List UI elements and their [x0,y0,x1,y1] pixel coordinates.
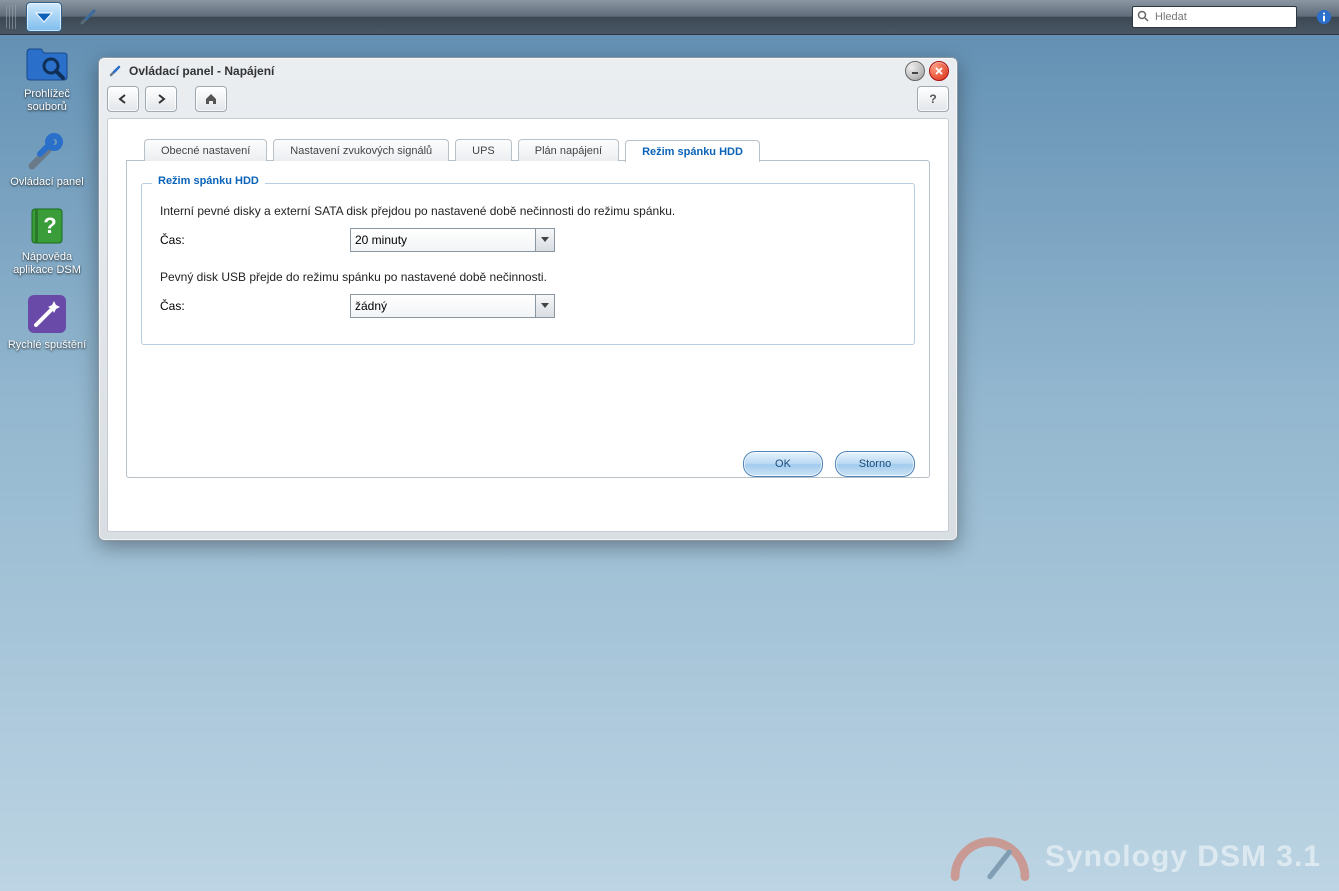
forward-button[interactable] [145,86,177,112]
search-input[interactable] [1153,10,1299,24]
usb-description: Pevný disk USB přejde do režimu spánku p… [160,270,896,284]
desktop-icon-control-panel[interactable]: Ovládací panel [6,128,88,189]
control-panel-window: Ovládací panel - Napájení ? Obecné nasta… [98,57,958,541]
tab-hdd-hibernation[interactable]: Režim spánku HDD [625,140,760,162]
close-button[interactable] [929,61,949,81]
window-title: Ovládací panel - Napájení [129,64,274,78]
tab-beep[interactable]: Nastavení zvukových signálů [273,139,449,161]
start-menu-button[interactable] [26,2,62,32]
time-label: Čas: [160,233,350,247]
internal-time-select[interactable]: 20 minuty [350,228,555,252]
usb-time-select[interactable]: žádný [350,294,555,318]
taskbar-item-control-panel[interactable] [70,2,106,32]
back-button[interactable] [107,86,139,112]
dialog-button-bar: OK Storno [127,435,929,477]
home-button[interactable] [195,86,227,112]
help-book-icon: ? [24,203,70,249]
chevron-down-icon [535,229,554,251]
desktop-icon-quick-start[interactable]: Rychlé spuštění [6,291,88,352]
desktop-icon-label: Prohlížeč souborů [6,88,88,114]
tab-ups[interactable]: UPS [455,139,512,161]
desktop-icon-label: Nápověda aplikace DSM [6,251,88,277]
chevron-down-icon [535,295,554,317]
tab-panel: Režim spánku HDD Interní pevné disky a e… [126,160,930,478]
tab-power-schedule[interactable]: Plán napájení [518,139,619,161]
ok-button[interactable]: OK [743,451,823,477]
internal-sata-description: Interní pevné disky a externí SATA disk … [160,204,896,218]
gauge-icon [945,833,1035,881]
window-titlebar[interactable]: Ovládací panel - Napájení [99,58,957,84]
select-value: 20 minuty [355,233,407,247]
desktop-icon-label: Rychlé spuštění [8,339,86,352]
help-button[interactable]: ? [917,86,949,112]
desktop-icon-label: Ovládací panel [10,176,83,189]
time-label: Čas: [160,299,350,313]
window-body: Obecné nastavení Nastavení zvukových sig… [107,118,949,532]
tab-general[interactable]: Obecné nastavení [144,139,267,161]
folder-search-icon [24,40,70,86]
taskbar [0,0,1339,35]
svg-text:?: ? [43,213,56,238]
fieldset-legend: Režim spánku HDD [152,175,265,187]
watermark-text: Synology DSM 3.1 [1045,840,1321,874]
select-value: žádný [355,299,387,313]
desktop: Prohlížeč souborů Ovládací panel ? Nápov… [6,40,88,352]
tools-icon [107,63,123,79]
desktop-icon-dsm-help[interactable]: ? Nápověda aplikace DSM [6,203,88,277]
cancel-button[interactable]: Storno [835,451,915,477]
minimize-button[interactable] [905,61,925,81]
tab-strip: Obecné nastavení Nastavení zvukových sig… [144,139,930,161]
search-box[interactable] [1132,6,1297,28]
tools-icon [24,128,70,174]
window-toolbar: ? [99,84,957,114]
search-icon [1137,10,1149,25]
wand-icon [24,291,70,337]
notification-icon[interactable] [1315,8,1333,26]
taskbar-grip [6,5,18,29]
brand-watermark: Synology DSM 3.1 [945,833,1321,881]
desktop-icon-file-browser[interactable]: Prohlížeč souborů [6,40,88,114]
hdd-hibernation-fieldset: Režim spánku HDD Interní pevné disky a e… [141,183,915,345]
